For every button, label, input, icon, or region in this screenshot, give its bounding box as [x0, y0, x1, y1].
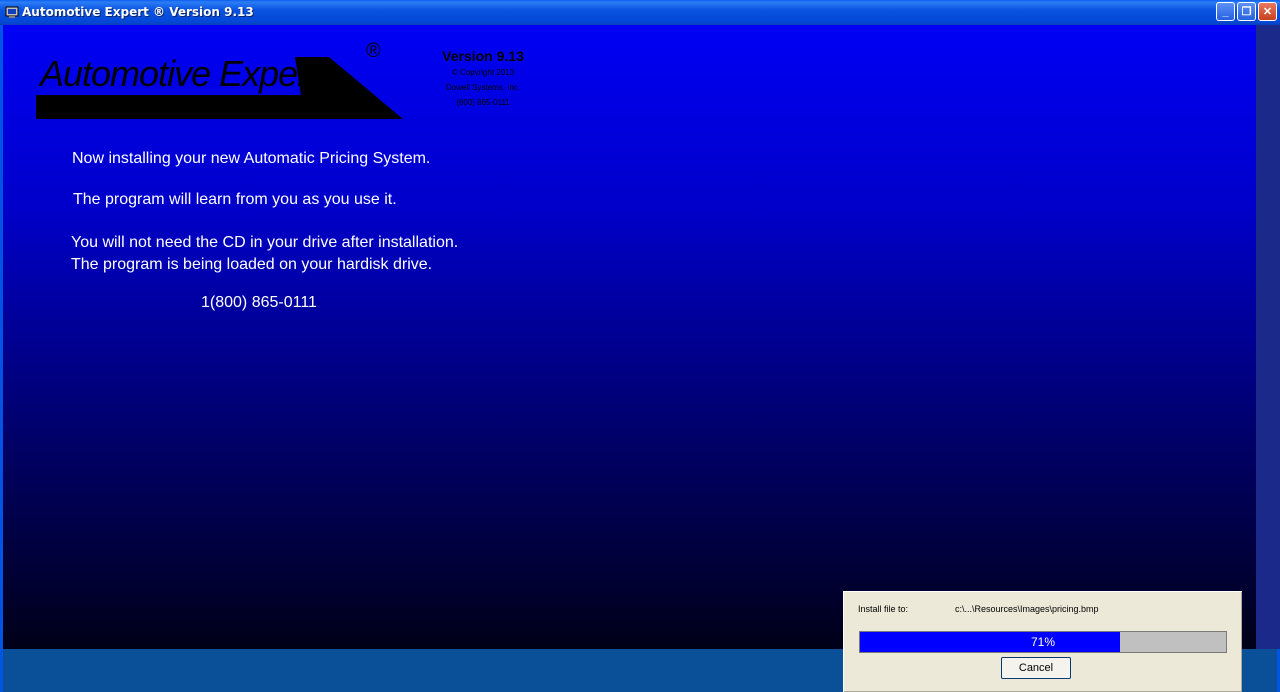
- message-hardisk: The program is being loaded on your hard…: [71, 256, 433, 273]
- registered-mark: ®: [366, 40, 381, 62]
- restore-icon: ❐: [1241, 6, 1252, 18]
- title-bar[interactable]: Automotive Expert ® Version 9.13 _ ❐ ✕: [0, 0, 1280, 25]
- install-progress-dialog: Install file to: c:\...\Resources\Images…: [843, 591, 1242, 692]
- progress-percent-text: 71%: [1030, 635, 1056, 649]
- right-frame: [1256, 25, 1280, 649]
- message-installing: Now installing your new Automatic Pricin…: [72, 150, 431, 167]
- cancel-button[interactable]: Cancel: [1001, 657, 1071, 679]
- close-icon: ✕: [1262, 6, 1273, 18]
- installer-window: Automotive Expert ® Version 9.13 _ ❐ ✕ A…: [0, 0, 1280, 692]
- message-learn: The program will learn from you as you u…: [73, 191, 397, 208]
- minimize-icon: _: [1222, 5, 1229, 18]
- version-info: Version 9.13 © Copyright 2013 Dowell Sys…: [413, 47, 553, 110]
- version-phone-text: (800) 865-0111: [456, 98, 510, 107]
- copyright-text: © Copyright 2013: [451, 68, 515, 77]
- company-text: Dowell Systems, Inc.: [445, 83, 521, 92]
- message-cd: You will not need the CD in your drive a…: [71, 234, 459, 251]
- install-file-label: Install file to:: [858, 604, 909, 614]
- install-file-path: c:\...\Resources\Images\pricing.bmp: [955, 604, 1099, 614]
- progress-bar: 71%: [859, 631, 1227, 653]
- logo-text: Automotive Expert: [40, 53, 318, 94]
- maximize-button[interactable]: ❐: [1237, 2, 1256, 21]
- close-button[interactable]: ✕: [1258, 2, 1277, 21]
- minimize-button[interactable]: _: [1216, 2, 1235, 21]
- window-title: Automotive Expert ® Version 9.13: [22, 5, 254, 19]
- message-phone: 1(800) 865-0111: [201, 294, 317, 311]
- splash-area: Automotive Expert ® Version 9.13 © Copyr…: [3, 25, 1277, 649]
- app-icon: [5, 6, 19, 18]
- version-title: Version 9.13: [442, 48, 524, 64]
